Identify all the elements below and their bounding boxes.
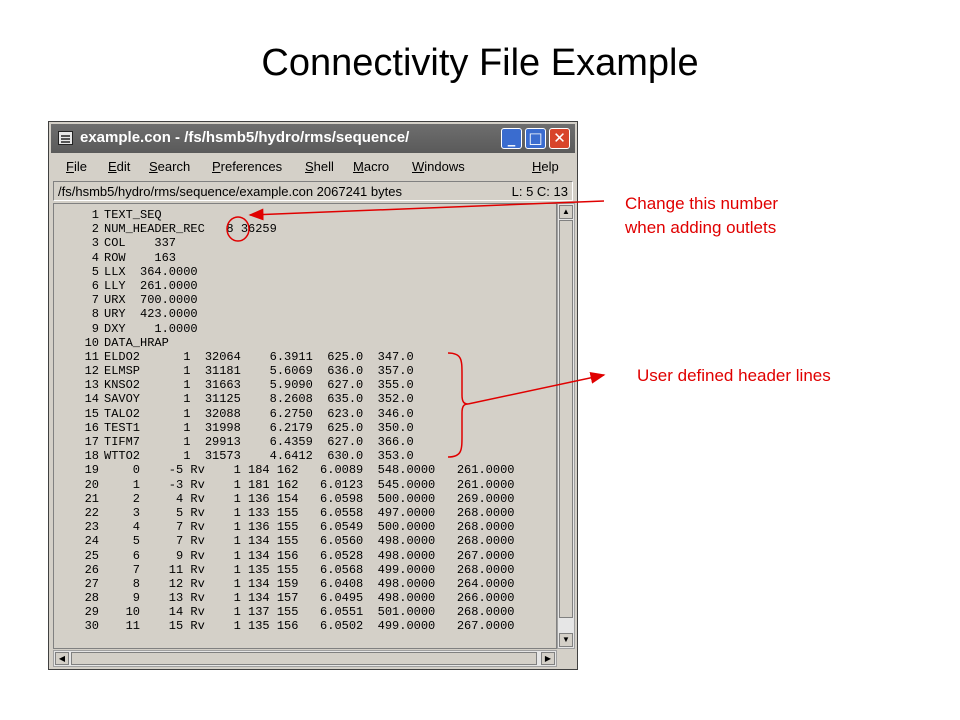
annotation-line: Change this number bbox=[625, 194, 779, 213]
change-arrow bbox=[248, 200, 605, 221]
header-lines-bracket bbox=[447, 352, 469, 458]
highlight-circle bbox=[226, 216, 250, 242]
header-arrow bbox=[467, 371, 606, 405]
change-number-annotation: Change this number when adding outlets bbox=[625, 192, 778, 240]
user-header-annotation: User defined header lines bbox=[637, 366, 831, 385]
annotation-overlay bbox=[226, 200, 606, 458]
annotation-line: when adding outlets bbox=[625, 218, 777, 237]
